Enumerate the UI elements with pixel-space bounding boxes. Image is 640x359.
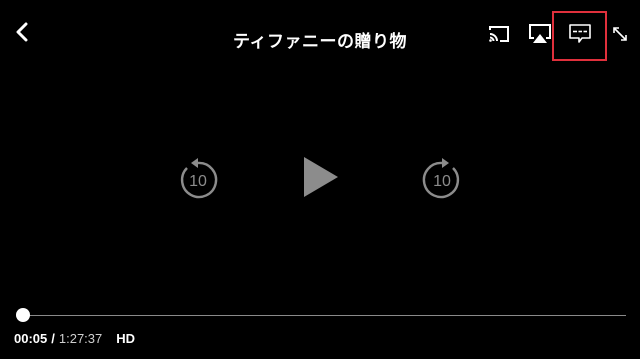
- play-button[interactable]: [298, 156, 342, 202]
- forward-seconds-label: 10: [433, 173, 451, 190]
- hd-badge: HD: [116, 331, 136, 346]
- play-icon: [300, 155, 340, 204]
- subtitles-icon: [568, 23, 592, 50]
- airplay-button[interactable]: [527, 23, 553, 50]
- forward-icon: 10: [422, 158, 460, 199]
- progress-track[interactable]: [22, 315, 626, 316]
- current-time: 00:05: [14, 331, 48, 346]
- cast-icon: [487, 24, 511, 49]
- rewind-icon: 10: [180, 158, 218, 199]
- cast-button[interactable]: [486, 24, 512, 48]
- fullscreen-button[interactable]: [610, 24, 630, 48]
- expand-icon: [611, 25, 629, 48]
- video-player[interactable]: ティファニーの贈り物 10 10 00:05 / 1:27:37 HD: [0, 0, 640, 359]
- rewind-10-button[interactable]: 10: [176, 158, 220, 202]
- rewind-seconds-label: 10: [189, 173, 207, 190]
- forward-10-button[interactable]: 10: [420, 158, 464, 202]
- progress-scrubber-handle[interactable]: [15, 308, 30, 322]
- time-separator: /: [51, 331, 55, 346]
- time-display: 00:05 / 1:27:37 HD: [14, 331, 135, 346]
- subtitles-button[interactable]: [567, 23, 593, 50]
- airplay-icon: [528, 23, 552, 50]
- total-time: 1:27:37: [58, 331, 103, 346]
